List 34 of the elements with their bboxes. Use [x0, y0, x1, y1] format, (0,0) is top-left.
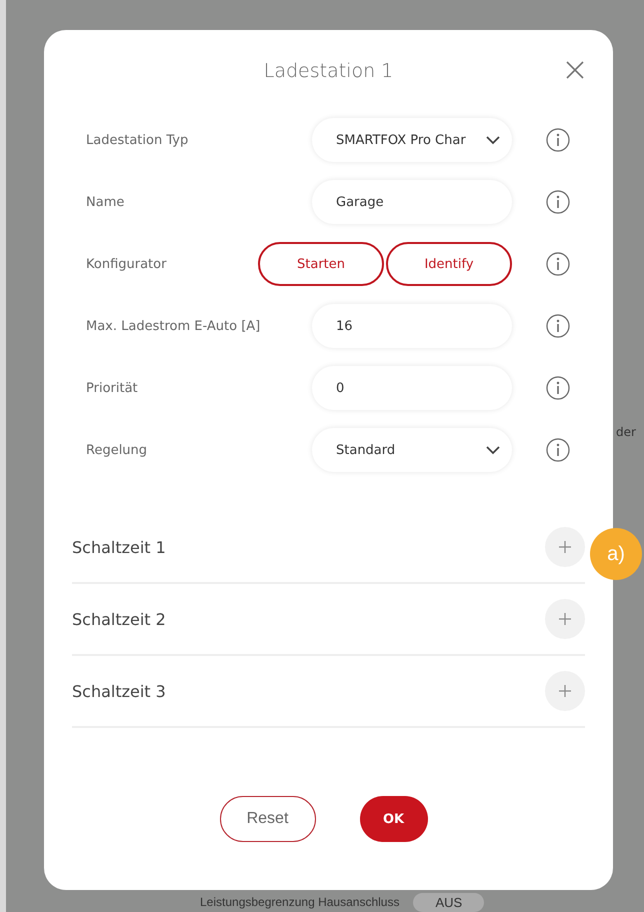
- background-value-pill: AUS: [413, 892, 484, 912]
- section-title[interactable]: Schaltzeit 1: [72, 538, 166, 556]
- field-label: Priorität: [86, 380, 139, 396]
- plus-icon: [559, 541, 571, 553]
- info-icon[interactable]: [546, 314, 570, 338]
- background-text: der: [616, 425, 636, 439]
- input-field[interactable]: 16: [312, 304, 512, 348]
- field-label: Max. Ladestrom E-Auto [A]: [86, 318, 262, 334]
- input-field[interactable]: Garage: [312, 180, 512, 224]
- field-label: Name: [86, 194, 126, 210]
- chevron-down-icon: [486, 446, 500, 454]
- info-icon[interactable]: [546, 376, 570, 400]
- input-field[interactable]: 0: [312, 366, 512, 410]
- section-title[interactable]: Schaltzeit 3: [72, 682, 166, 700]
- select-field[interactable]: SMARTFOX Pro Char: [312, 118, 512, 162]
- plus-icon: [559, 685, 571, 697]
- chevron-down-icon: [486, 136, 500, 144]
- info-icon[interactable]: [546, 190, 570, 214]
- info-icon[interactable]: [546, 252, 570, 276]
- field-label: Ladestation Typ: [86, 132, 190, 148]
- outline-button[interactable]: Starten: [258, 242, 384, 286]
- info-icon[interactable]: [546, 438, 570, 462]
- close-icon[interactable]: [565, 60, 585, 80]
- select-field[interactable]: Standard: [312, 428, 512, 472]
- reset-button[interactable]: Reset: [220, 796, 316, 842]
- info-icon[interactable]: [546, 128, 570, 152]
- dialog-title: Ladestation 1: [264, 60, 394, 82]
- background-label: Leistungsbegrenzung Hausanschluss: [200, 895, 400, 909]
- plus-icon: [559, 613, 571, 625]
- field-label: Regelung: [86, 442, 148, 458]
- section-title[interactable]: Schaltzeit 2: [72, 610, 166, 628]
- ok-button[interactable]: OK: [360, 796, 428, 842]
- outline-button[interactable]: Identify: [386, 242, 512, 286]
- annotation-badge: a): [590, 528, 642, 580]
